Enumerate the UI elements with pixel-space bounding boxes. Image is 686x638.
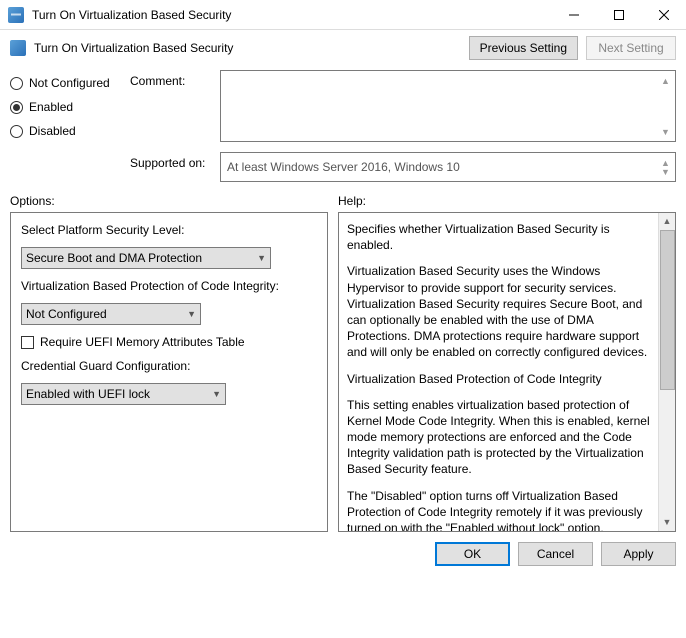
- help-text: Virtualization Based Security uses the W…: [347, 263, 655, 360]
- radio-label: Not Configured: [29, 76, 110, 90]
- scroll-up-icon[interactable]: ▲: [659, 213, 675, 230]
- radio-disabled[interactable]: Disabled: [10, 124, 120, 138]
- scrollbar[interactable]: ▲ ▼: [658, 213, 675, 531]
- scroll-down-icon[interactable]: ▼: [658, 164, 673, 179]
- policy-icon: [10, 40, 26, 56]
- chevron-down-icon: ▼: [257, 253, 266, 263]
- header: Turn On Virtualization Based Security Pr…: [0, 30, 686, 66]
- help-text: This setting enables virtualization base…: [347, 397, 655, 478]
- scroll-up-icon[interactable]: ▲: [658, 73, 673, 88]
- radio-not-configured[interactable]: Not Configured: [10, 76, 120, 90]
- options-pane: Select Platform Security Level: Secure B…: [10, 212, 328, 532]
- chevron-down-icon: ▼: [187, 309, 196, 319]
- radio-enabled[interactable]: Enabled: [10, 100, 120, 114]
- chevron-down-icon: ▼: [212, 389, 221, 399]
- radio-icon: [10, 77, 23, 90]
- policy-title: Turn On Virtualization Based Security: [34, 41, 233, 55]
- window-title: Turn On Virtualization Based Security: [32, 8, 551, 22]
- help-text: Virtualization Based Protection of Code …: [347, 371, 655, 387]
- dropdown-value: Enabled with UEFI lock: [26, 387, 150, 401]
- scrollbar-thumb[interactable]: [660, 230, 675, 390]
- maximize-button[interactable]: [596, 0, 641, 29]
- platform-security-label: Select Platform Security Level:: [21, 223, 317, 237]
- footer: OK Cancel Apply: [0, 532, 686, 576]
- dropdown-value: Secure Boot and DMA Protection: [26, 251, 202, 265]
- checkbox-icon: [21, 336, 34, 349]
- uefi-checkbox[interactable]: Require UEFI Memory Attributes Table: [21, 335, 317, 349]
- supported-label: Supported on:: [130, 152, 210, 170]
- help-label: Help:: [338, 194, 366, 208]
- checkbox-label: Require UEFI Memory Attributes Table: [40, 335, 245, 349]
- app-icon: [8, 7, 24, 23]
- ok-button[interactable]: OK: [435, 542, 510, 566]
- apply-button[interactable]: Apply: [601, 542, 676, 566]
- radio-icon: [10, 101, 23, 114]
- radio-icon: [10, 125, 23, 138]
- help-pane: Specifies whether Virtualization Based S…: [338, 212, 676, 532]
- previous-setting-button[interactable]: Previous Setting: [469, 36, 578, 60]
- radio-label: Enabled: [29, 100, 73, 114]
- credential-guard-label: Credential Guard Configuration:: [21, 359, 317, 373]
- scroll-down-icon[interactable]: ▼: [659, 514, 675, 531]
- next-setting-button[interactable]: Next Setting: [586, 36, 676, 60]
- help-text: Specifies whether Virtualization Based S…: [347, 221, 655, 253]
- scroll-down-icon[interactable]: ▼: [658, 124, 673, 139]
- code-integrity-label: Virtualization Based Protection of Code …: [21, 279, 317, 293]
- supported-value: At least Windows Server 2016, Windows 10: [227, 160, 460, 174]
- platform-security-dropdown[interactable]: Secure Boot and DMA Protection ▼: [21, 247, 271, 269]
- code-integrity-dropdown[interactable]: Not Configured ▼: [21, 303, 201, 325]
- credential-guard-dropdown[interactable]: Enabled with UEFI lock ▼: [21, 383, 226, 405]
- help-text: The "Disabled" option turns off Virtuali…: [347, 488, 655, 532]
- comment-input[interactable]: ▲ ▼: [220, 70, 676, 142]
- titlebar: Turn On Virtualization Based Security: [0, 0, 686, 30]
- supported-on-field: At least Windows Server 2016, Windows 10…: [220, 152, 676, 182]
- close-button[interactable]: [641, 0, 686, 29]
- dropdown-value: Not Configured: [26, 307, 107, 321]
- comment-label: Comment:: [130, 70, 210, 88]
- options-label: Options:: [10, 194, 338, 208]
- minimize-button[interactable]: [551, 0, 596, 29]
- radio-label: Disabled: [29, 124, 76, 138]
- cancel-button[interactable]: Cancel: [518, 542, 593, 566]
